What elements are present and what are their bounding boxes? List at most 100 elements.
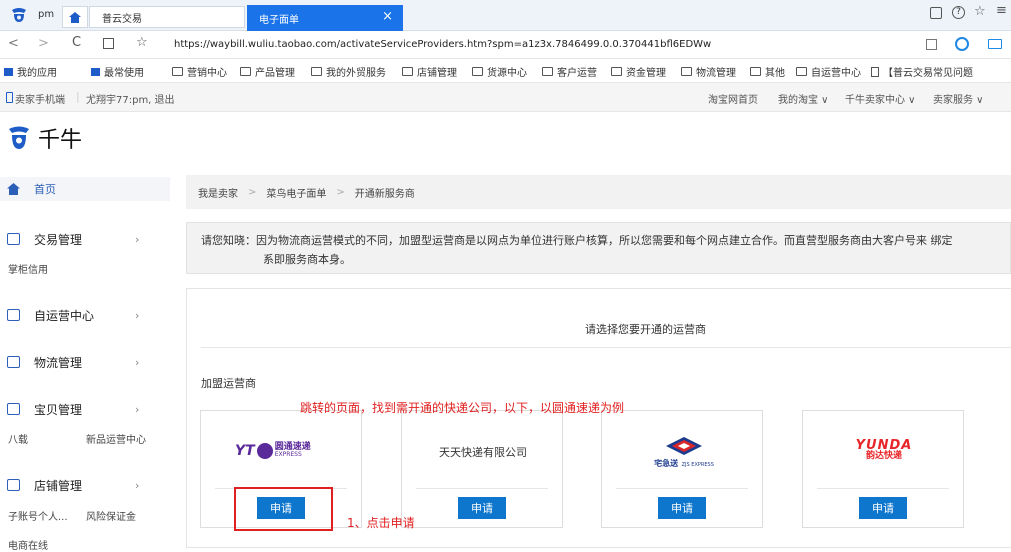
shirt-icon[interactable] bbox=[930, 7, 942, 19]
sidebar-sub-new-products[interactable]: 新品运营中心 bbox=[86, 431, 146, 446]
annotation-instruction: 跳转的页面，找到需开通的快递公司，以下，以圆通速递为例 bbox=[300, 401, 625, 415]
breadcrumb-separator: > bbox=[336, 186, 345, 198]
tab-waybill-label: 电子面单 bbox=[259, 14, 299, 26]
folder-icon bbox=[240, 67, 251, 76]
seller-mobile-link[interactable]: 卖家手机端 bbox=[15, 91, 65, 106]
menu-icon[interactable]: ≡ bbox=[996, 3, 1007, 18]
item-icon bbox=[7, 403, 20, 415]
sidebar-item-trade[interactable]: 交易管理 › bbox=[0, 229, 170, 249]
panel-header: 请选择您要开通的运营商 bbox=[585, 323, 706, 336]
folder-icon bbox=[750, 67, 761, 76]
chevron-right-icon: › bbox=[135, 355, 140, 369]
tab-home[interactable] bbox=[62, 6, 88, 28]
my-taobao-link[interactable]: 我的淘宝 ∨ bbox=[778, 91, 829, 106]
qianniu-logo[interactable]: 千牛 bbox=[6, 123, 82, 153]
sidebar-item-shop[interactable]: 店铺管理 › bbox=[0, 475, 170, 495]
breadcrumb-seller[interactable]: 我是卖家 bbox=[198, 185, 238, 200]
address-bar: < > C ☆ https://waybill.wuliu.taobao.com… bbox=[0, 31, 1011, 59]
share-icon[interactable] bbox=[926, 39, 937, 50]
tab-pm[interactable]: pm bbox=[38, 9, 54, 20]
bookmark-most-used[interactable]: 最常使用 bbox=[91, 64, 144, 79]
bookmark-customers[interactable]: 客户运营 bbox=[542, 64, 597, 79]
tab-puyun[interactable]: 普云交易 bbox=[89, 6, 245, 28]
apply-button-tiantian[interactable]: 申请 bbox=[458, 497, 506, 519]
qianniu-seller-center-link[interactable]: 千牛卖家中心 ∨ bbox=[845, 91, 916, 106]
chevron-right-icon: › bbox=[135, 402, 140, 416]
bookmark-star-icon[interactable]: ☆ bbox=[136, 35, 148, 50]
card-divider bbox=[416, 488, 548, 489]
bookmark-other[interactable]: 其他 bbox=[750, 64, 785, 79]
zjs-logo: 宅急送 ZJS EXPRESS bbox=[646, 437, 722, 471]
bookmark-logistics[interactable]: 物流管理 bbox=[681, 64, 736, 79]
sidebar-item-home[interactable]: 首页 bbox=[0, 177, 170, 201]
annotation-highlight-box bbox=[234, 487, 333, 531]
card-divider bbox=[817, 488, 949, 489]
apps-icon bbox=[91, 67, 100, 76]
home-icon bbox=[69, 11, 81, 23]
bookmark-my-apps[interactable]: 我的应用 bbox=[4, 64, 57, 79]
user-logout-link[interactable]: 尤翔宇77:pm, 退出 bbox=[86, 91, 175, 106]
mail-icon[interactable] bbox=[988, 39, 1002, 49]
help-icon[interactable]: ? bbox=[952, 6, 965, 19]
folder-icon bbox=[542, 67, 553, 76]
back-icon[interactable]: < bbox=[8, 36, 19, 51]
bookmark-funds[interactable]: 资金管理 bbox=[611, 64, 666, 79]
divider: | bbox=[76, 90, 80, 103]
page-icon bbox=[871, 66, 879, 77]
sidebar-item-products[interactable]: 宝贝管理 › bbox=[0, 399, 170, 419]
page-info-icon[interactable] bbox=[103, 38, 114, 49]
sidebar-item-logistics[interactable]: 物流管理 › bbox=[0, 352, 170, 372]
bookmark-shop[interactable]: 店铺管理 bbox=[402, 64, 457, 79]
sidebar-sub-bazai[interactable]: 八载 bbox=[8, 431, 28, 446]
chevron-right-icon: › bbox=[135, 232, 140, 246]
apply-button-zjs[interactable]: 申请 bbox=[658, 497, 706, 519]
reload-icon[interactable]: C bbox=[72, 35, 81, 50]
bookmark-foreign-trade[interactable]: 我的外贸服务 bbox=[311, 64, 386, 79]
tab-puyun-label: 普云交易 bbox=[102, 13, 142, 25]
bookmark-faq[interactable]: 【普云交易常见问题 bbox=[871, 64, 1009, 79]
sidebar-sub-shop-credit[interactable]: 掌柜信用 bbox=[8, 261, 48, 276]
bookmark-products[interactable]: 产品管理 bbox=[240, 64, 295, 79]
sidebar: 首页 交易管理 › 掌柜信用 自运营中心 › 物流管理 › 宝贝管理 › 八载 … bbox=[0, 165, 172, 552]
sidebar-item-label: 物流管理 bbox=[34, 355, 83, 370]
sidebar-sub-online[interactable]: 电商在线 bbox=[8, 537, 48, 552]
shop-icon bbox=[7, 479, 20, 491]
close-icon[interactable]: × bbox=[382, 9, 393, 24]
carrier-card-zjs: 宅急送 ZJS EXPRESS 申请 bbox=[601, 410, 763, 528]
tiantian-name: 天天快递有限公司 bbox=[439, 446, 527, 459]
sync-icon[interactable] bbox=[955, 37, 969, 51]
logo-text: 千牛 bbox=[38, 128, 83, 153]
settings-icon[interactable]: ☆ bbox=[974, 4, 986, 19]
folder-icon bbox=[172, 67, 183, 76]
bookmarks-bar: 我的应用 最常使用 营销中心 产品管理 我的外贸服务 店铺管理 货源中心 客户运… bbox=[0, 59, 1011, 83]
taobao-home-link[interactable]: 淘宝网首页 bbox=[708, 91, 758, 106]
browser-tab-bar: pm 普云交易 电子面单 × ? ☆ ≡ bbox=[0, 0, 1011, 31]
home-icon bbox=[7, 183, 20, 195]
tab-waybill[interactable]: 电子面单 × bbox=[247, 5, 403, 31]
folder-icon bbox=[472, 67, 483, 76]
apps-icon bbox=[4, 67, 13, 76]
forward-icon[interactable]: > bbox=[38, 36, 49, 51]
sidebar-item-label: 店铺管理 bbox=[34, 478, 83, 493]
browser-logo-icon[interactable] bbox=[10, 7, 28, 23]
zjs-logo-icon bbox=[666, 437, 702, 455]
bookmark-sourcing[interactable]: 货源中心 bbox=[472, 64, 527, 79]
sidebar-sub-deposit[interactable]: 风险保证金 bbox=[86, 508, 136, 523]
yto-logo: YT 圆通速递 EXPRESS bbox=[235, 442, 311, 459]
bookmark-self-ops[interactable]: 自运营中心 bbox=[796, 64, 861, 79]
breadcrumb-waybill[interactable]: 菜鸟电子面单 bbox=[266, 185, 326, 200]
qianniu-logo-icon bbox=[9, 126, 29, 149]
seller-service-link[interactable]: 卖家服务 ∨ bbox=[933, 91, 984, 106]
apply-button-yunda[interactable]: 申请 bbox=[859, 497, 907, 519]
folder-icon bbox=[311, 67, 322, 76]
bookmark-marketing[interactable]: 营销中心 bbox=[172, 64, 227, 79]
sidebar-item-label: 自运营中心 bbox=[34, 308, 95, 323]
sidebar-sub-subaccount[interactable]: 子账号个人... bbox=[8, 508, 68, 523]
sidebar-item-label: 首页 bbox=[34, 183, 56, 196]
sidebar-item-self-ops[interactable]: 自运营中心 › bbox=[0, 305, 170, 325]
chat-icon bbox=[7, 309, 20, 321]
site-top-bar: 卖家手机端 | 尤翔宇77:pm, 退出 淘宝网首页 我的淘宝 ∨ 千牛卖家中心… bbox=[0, 83, 1011, 112]
annotation-step: 1、点击申请 bbox=[347, 516, 415, 530]
url-field[interactable]: https://waybill.wuliu.taobao.com/activat… bbox=[174, 39, 711, 50]
breadcrumb-current: 开通新服务商 bbox=[354, 188, 415, 200]
